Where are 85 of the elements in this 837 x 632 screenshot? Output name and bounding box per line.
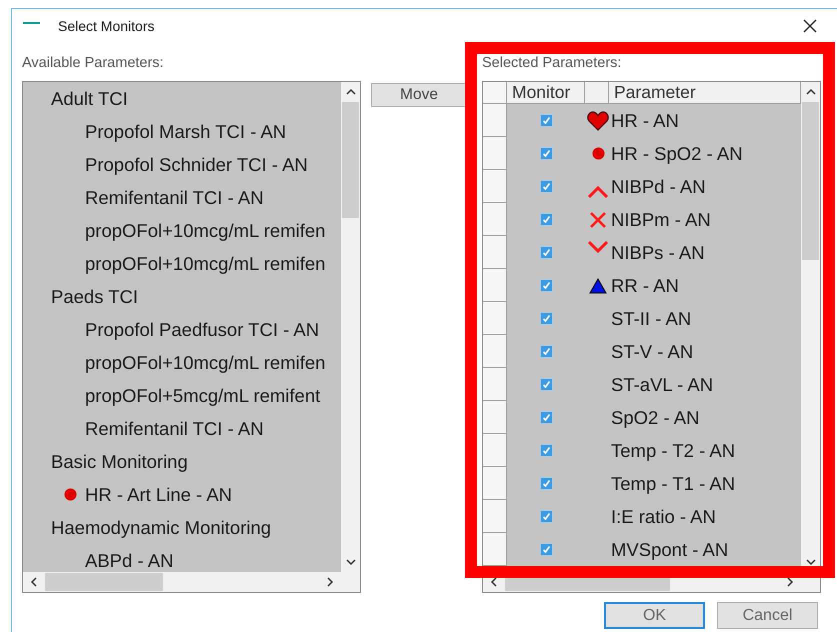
scroll-up-icon[interactable] [806,88,816,96]
row-header[interactable] [483,269,507,302]
parameter-cell-text: ST-II - AN [610,306,692,330]
checkbox[interactable] [540,411,552,424]
row-header[interactable] [483,533,507,566]
scroll-left-icon[interactable] [30,577,38,587]
parameter-cell-text: NIBPm - AN [610,208,712,232]
parameter-cell-text: Temp - T2 - AN [610,438,736,463]
parameter-cell-text: MVSpont - AN [610,538,730,562]
row-header[interactable] [483,467,507,500]
parameter-item[interactable]: HR - Art Line - AN [85,484,232,506]
row-header[interactable] [483,104,507,137]
parameter-cell-text: I:E ratio - AN [610,504,717,528]
parameter-cell-text: ST-V - AN [610,340,694,364]
parameter-item[interactable]: Propofol Marsh TCI - AN [85,120,286,142]
move-button[interactable]: Move [371,83,467,107]
group-item[interactable]: Haemodynamic Monitoring [51,516,272,538]
dialog-button[interactable]: Cancel [717,602,818,629]
parameter-cell-text: HR - SpO2 - AN [610,142,744,166]
checkbox[interactable] [540,543,552,556]
cross-icon [589,210,607,228]
checkbox[interactable] [540,378,552,391]
group-item[interactable]: Adult TCI [51,88,128,110]
caret-up-icon [587,186,609,198]
column-header[interactable] [585,82,609,104]
parameter-item[interactable]: propOFol+10mcg/mL remifen [85,352,326,374]
close-icon[interactable] [803,19,817,33]
column-header[interactable]: Monitor [507,82,585,104]
available-parameters-label: Available Parameters: [22,55,165,73]
checkbox[interactable] [540,114,552,127]
row-header[interactable] [483,236,507,269]
checkbox[interactable] [540,246,552,259]
scroll-left-icon[interactable] [490,577,498,587]
row-header[interactable] [483,434,507,467]
parameter-item[interactable]: Remifentanil TCI - AN [85,186,264,208]
column-header[interactable]: Parameter [609,82,801,104]
checkbox[interactable] [540,477,552,490]
parameter-item[interactable]: propOFol+5mcg/mL remifent [85,384,320,406]
row-header[interactable] [483,137,507,170]
dot-icon [64,488,77,501]
scroll-right-icon[interactable] [326,577,334,587]
caret-down-icon [587,240,609,252]
scroll-down-icon[interactable] [806,558,816,566]
scrollbar-thumb[interactable] [45,573,163,591]
selected-parameters-label: Selected Parameters: [482,55,622,73]
checkbox[interactable] [540,180,552,193]
row-header[interactable] [483,302,507,335]
parameter-cell-text: RR - AN [610,274,680,298]
parameter-cell-text: Temp - T1 - AN [610,472,736,496]
scrollbar-thumb[interactable] [342,102,359,218]
checkbox[interactable] [540,279,552,292]
parameter-item[interactable]: Propofol Paedfusor TCI - AN [85,318,320,340]
checkbox[interactable] [540,444,552,457]
row-header[interactable] [483,401,507,434]
parameter-cell-text: NIBPd - AN [610,174,707,198]
scroll-down-icon[interactable] [346,558,356,566]
row-header[interactable] [483,335,507,368]
parameter-cell-text: NIBPs - AN [610,240,706,264]
checkbox[interactable] [540,345,552,358]
parameter-item[interactable]: Propofol Schnider TCI - AN [85,154,308,176]
checkbox[interactable] [540,510,552,523]
parameter-item[interactable]: Remifentanil TCI - AN [85,418,264,440]
parameter-item[interactable]: propOFol+10mcg/mL remifen [85,220,326,242]
parameter-cell-text: HR - AN [610,108,680,132]
checkbox[interactable] [540,147,552,160]
parameter-item[interactable]: ABPd - AN [85,550,174,572]
window-title: Select Monitors [58,18,154,34]
group-item[interactable]: Paeds TCI [51,286,138,308]
row-header[interactable] [483,368,507,401]
row-header[interactable] [483,500,507,533]
dialog-button[interactable]: OK [604,602,705,629]
heart-icon [587,110,609,130]
scroll-up-icon[interactable] [346,88,356,96]
triangle-icon [589,278,607,294]
group-item[interactable]: Basic Monitoring [51,450,188,472]
row-header[interactable] [483,203,507,236]
scroll-right-icon[interactable] [786,577,794,587]
parameter-cell-text: SpO2 - AN [610,406,700,430]
row-header[interactable] [483,170,507,203]
dot-icon [592,147,604,160]
checkbox[interactable] [540,213,552,226]
scrollbar-thumb[interactable] [802,102,819,260]
parameter-cell-text: ST-aVL - AN [610,372,714,396]
checkbox[interactable] [540,312,552,325]
parameter-item[interactable]: propOFol+10mcg/mL remifen [85,252,326,274]
